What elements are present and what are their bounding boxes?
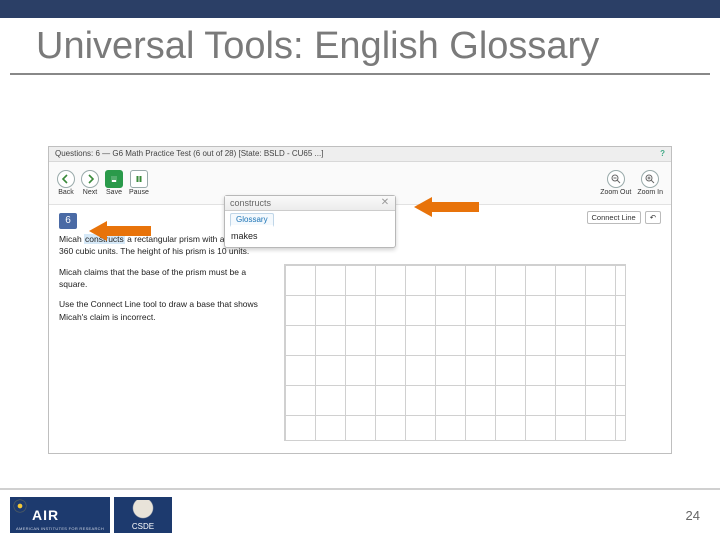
pause-label: Pause — [129, 189, 149, 196]
connect-line-tool[interactable]: Connect Line — [587, 211, 641, 224]
question-number: 6 — [59, 213, 77, 229]
title-area: Universal Tools: English Glossary — [10, 18, 710, 75]
glossary-definition: makes — [225, 227, 395, 247]
zoom-in-label: Zoom In — [637, 189, 663, 196]
logo-air-text: AIR — [32, 507, 59, 523]
close-icon[interactable]: ✕ — [380, 198, 390, 208]
next-label: Next — [83, 189, 97, 196]
starburst-icon — [14, 500, 26, 512]
logo-csde: CSDE — [114, 497, 172, 533]
help-icon[interactable]: ? — [660, 147, 665, 161]
glossary-tab[interactable]: Glossary — [230, 213, 274, 227]
slide-top-bar — [0, 0, 720, 18]
slide-footer: AIR AMERICAN INSTITUTES FOR RESEARCH CSD… — [0, 488, 720, 540]
zoom-in-button[interactable]: Zoom In — [637, 170, 663, 196]
zoom-out-label: Zoom Out — [600, 189, 631, 196]
back-button[interactable]: Back — [57, 170, 75, 196]
tree-icon — [128, 500, 158, 520]
undo-tool[interactable]: ↶ — [645, 211, 661, 224]
logo-air: AIR AMERICAN INSTITUTES FOR RESEARCH — [10, 497, 110, 533]
glossary-popup-tabrow: Glossary — [225, 211, 395, 227]
arrow-head-icon — [414, 197, 432, 217]
drawing-grid[interactable] — [284, 264, 626, 441]
breadcrumb-text: Questions: 6 — G6 Math Practice Test (6 … — [55, 147, 323, 161]
question-paragraph-3: Use the Connect Line tool to draw a base… — [59, 298, 264, 323]
app-breadcrumb-bar: Questions: 6 — G6 Math Practice Test (6 … — [49, 147, 671, 162]
glossary-popup-header[interactable]: constructs ✕ — [225, 196, 395, 211]
app-screenshot: Questions: 6 — G6 Math Practice Test (6 … — [48, 146, 672, 454]
save-button[interactable]: Save — [105, 170, 123, 196]
arrow-head-icon — [89, 221, 107, 241]
zoom-out-button[interactable]: Zoom Out — [600, 170, 631, 196]
glossary-popup-title: constructs — [230, 198, 271, 208]
pause-button[interactable]: Pause — [129, 170, 149, 196]
question-paragraph-2: Micah claims that the base of the prism … — [59, 266, 264, 291]
logo-air-sub: AMERICAN INSTITUTES FOR RESEARCH — [16, 526, 106, 531]
logo-csde-text: CSDE — [132, 522, 154, 531]
back-label: Back — [58, 189, 74, 196]
page-number: 24 — [686, 508, 710, 523]
glossary-popup: constructs ✕ Glossary makes — [224, 195, 396, 248]
save-label: Save — [106, 189, 122, 196]
slide-title: Universal Tools: English Glossary — [36, 24, 684, 69]
next-button[interactable]: Next — [81, 170, 99, 196]
